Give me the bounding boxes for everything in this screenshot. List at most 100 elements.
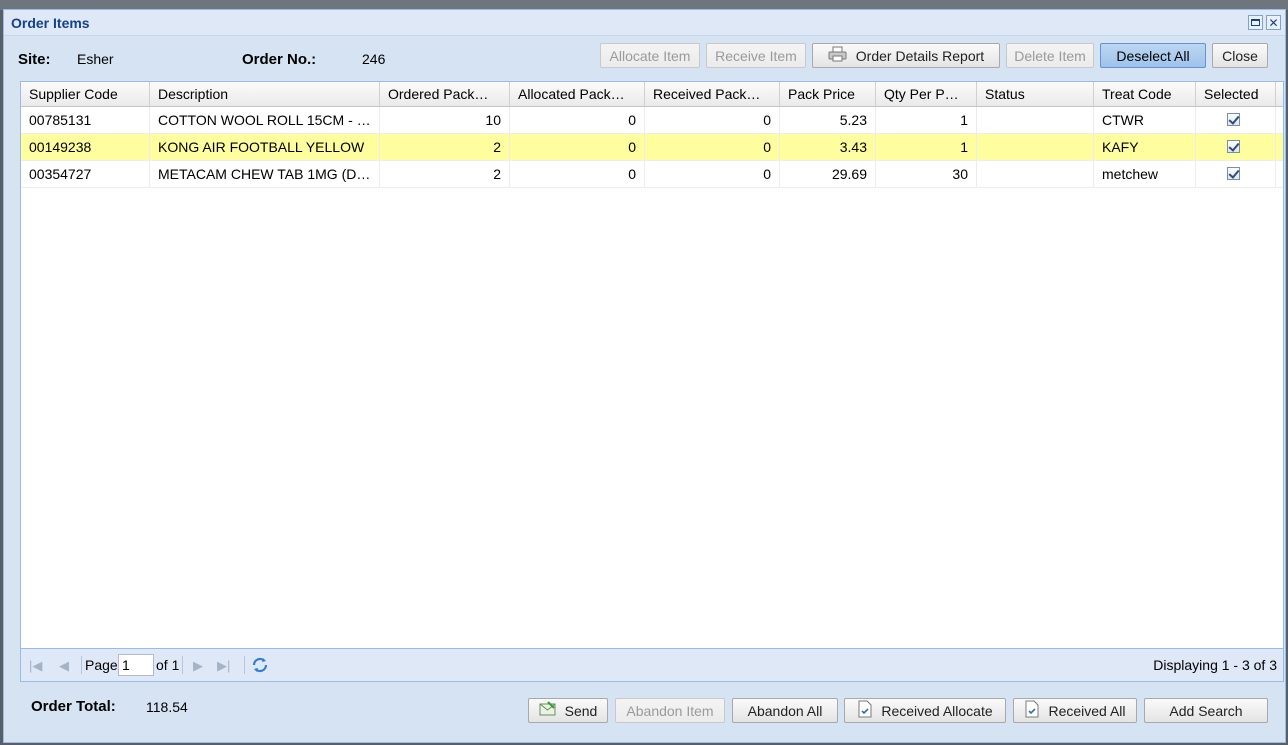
cell-ordered: 2	[380, 161, 510, 187]
pager-separator	[81, 656, 82, 674]
last-page-icon[interactable]: ▶|	[217, 658, 230, 674]
cell-pack-price: 5.23	[780, 107, 876, 133]
cell-ordered: 2	[380, 134, 510, 160]
allocate-item-label: Allocate Item	[609, 47, 691, 64]
close-icon[interactable]: ✕	[1266, 15, 1281, 30]
cell-description: METACAM CHEW TAB 1MG (D…	[150, 161, 380, 187]
received-allocate-label: Received Allocate	[881, 702, 993, 719]
window-titlebar[interactable]: Order Items ✕	[4, 10, 1285, 36]
received-allocate-button[interactable]: Received Allocate	[844, 698, 1006, 723]
close-label: Close	[1222, 47, 1258, 64]
cell-supplier-code: 00785131	[21, 107, 150, 133]
maximize-icon[interactable]	[1248, 15, 1263, 30]
cell-pack-price: 29.69	[780, 161, 876, 187]
table-row[interactable]: 00354727 METACAM CHEW TAB 1MG (D… 2 0 0 …	[21, 161, 1283, 188]
selected-checkbox[interactable]	[1227, 113, 1240, 126]
cell-qty-per-pack: 1	[876, 107, 977, 133]
order-no-value: 246	[362, 51, 386, 67]
order-items-grid: Supplier Code Description Ordered Pack… …	[20, 81, 1284, 682]
cell-supplier-code: 00354727	[21, 161, 150, 187]
abandon-item-label: Abandon Item	[626, 702, 714, 719]
abandon-all-label: Abandon All	[747, 702, 823, 719]
cell-ordered: 10	[380, 107, 510, 133]
deselect-all-label: Deselect All	[1116, 47, 1190, 64]
cell-selected	[1196, 134, 1276, 160]
cell-qty-per-pack: 30	[876, 161, 977, 187]
page-of-label: of 1	[156, 657, 180, 673]
order-items-window: Order Items ✕ Site: Esher Order No.: 246…	[3, 9, 1286, 743]
column-header-status[interactable]: Status	[977, 82, 1094, 106]
printer-icon	[828, 46, 848, 65]
refresh-icon[interactable]	[251, 656, 269, 677]
column-header-supplier-code[interactable]: Supplier Code	[21, 82, 150, 106]
cell-status	[977, 161, 1094, 187]
pager-separator	[182, 656, 183, 674]
abandon-item-button[interactable]: Abandon Item	[615, 698, 725, 723]
received-all-button[interactable]: Received All	[1013, 698, 1137, 723]
cell-received: 0	[645, 107, 780, 133]
site-label: Site:	[18, 51, 51, 68]
paging-toolbar: |◀ ◀ Page of 1 ▶ ▶| Displaying 1 - 3 of …	[21, 648, 1283, 681]
column-header-pack-price[interactable]: Pack Price	[780, 82, 876, 106]
cell-treat-code: metchew	[1094, 161, 1196, 187]
cell-status	[977, 134, 1094, 160]
cell-treat-code: KAFY	[1094, 134, 1196, 160]
order-details-report-label: Order Details Report	[855, 47, 985, 64]
order-total-label: Order Total:	[31, 698, 116, 715]
cell-status	[977, 107, 1094, 133]
column-header-selected[interactable]: Selected	[1196, 82, 1276, 106]
cell-description: KONG AIR FOOTBALL YELLOW	[150, 134, 380, 160]
page-label: Page	[85, 657, 118, 673]
cell-allocated: 0	[510, 134, 645, 160]
order-no-label: Order No.:	[242, 51, 317, 68]
cell-treat-code: CTWR	[1094, 107, 1196, 133]
send-button[interactable]: Send	[528, 698, 608, 723]
selected-checkbox[interactable]	[1227, 140, 1240, 153]
cell-supplier-code: 00149238	[21, 134, 150, 160]
prev-page-icon[interactable]: ◀	[59, 658, 69, 674]
pager-separator	[244, 656, 245, 674]
page-number-input[interactable]	[118, 654, 154, 676]
order-total-value: 118.54	[146, 699, 188, 715]
order-details-report-button[interactable]: Order Details Report	[812, 43, 1000, 68]
column-header-allocated-pack[interactable]: Allocated Pack…	[510, 82, 645, 106]
cell-selected	[1196, 161, 1276, 187]
column-header-received-pack[interactable]: Received Pack…	[645, 82, 780, 106]
send-icon	[539, 701, 557, 720]
cell-received: 0	[645, 134, 780, 160]
cell-qty-per-pack: 1	[876, 134, 977, 160]
selected-checkbox[interactable]	[1227, 167, 1240, 180]
site-value: Esher	[77, 51, 114, 67]
close-button[interactable]: Close	[1212, 43, 1268, 68]
allocate-item-button[interactable]: Allocate Item	[600, 43, 700, 68]
column-header-treat-code[interactable]: Treat Code	[1094, 82, 1196, 106]
document-check-icon	[1024, 700, 1040, 721]
delete-item-label: Delete Item	[1014, 47, 1086, 64]
add-search-button[interactable]: Add Search	[1144, 698, 1268, 723]
send-label: Send	[564, 702, 598, 719]
cell-allocated: 0	[510, 107, 645, 133]
column-header-ordered-pack[interactable]: Ordered Pack…	[380, 82, 510, 106]
cell-received: 0	[645, 161, 780, 187]
next-page-icon[interactable]: ▶	[193, 658, 203, 674]
delete-item-button[interactable]: Delete Item	[1006, 43, 1094, 68]
grid-header: Supplier Code Description Ordered Pack… …	[21, 82, 1283, 107]
received-all-label: Received All	[1048, 702, 1126, 719]
deselect-all-button[interactable]: Deselect All	[1100, 43, 1206, 68]
add-search-label: Add Search	[1169, 702, 1243, 719]
cell-selected	[1196, 107, 1276, 133]
abandon-all-button[interactable]: Abandon All	[732, 698, 838, 723]
cell-allocated: 0	[510, 161, 645, 187]
column-header-description[interactable]: Description	[150, 82, 380, 106]
receive-item-label: Receive Item	[715, 47, 797, 64]
displaying-info: Displaying 1 - 3 of 3	[1153, 657, 1277, 673]
receive-item-button[interactable]: Receive Item	[706, 43, 806, 68]
cell-description: COTTON WOOL ROLL 15CM - …	[150, 107, 380, 133]
document-check-icon	[857, 700, 873, 721]
table-row[interactable]: 00149238 KONG AIR FOOTBALL YELLOW 2 0 0 …	[21, 134, 1283, 161]
first-page-icon[interactable]: |◀	[29, 658, 42, 674]
column-header-qty-per-pack[interactable]: Qty Per P…	[876, 82, 977, 106]
window-title: Order Items	[11, 15, 90, 31]
cell-pack-price: 3.43	[780, 134, 876, 160]
table-row[interactable]: 00785131 COTTON WOOL ROLL 15CM - … 10 0 …	[21, 107, 1283, 134]
